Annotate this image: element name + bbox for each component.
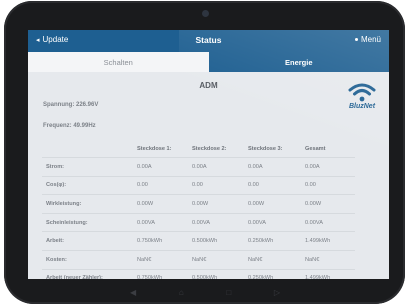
forward-nav-icon[interactable]: ▷	[274, 288, 280, 297]
table-cell: 0.00W	[133, 194, 188, 214]
brand-name: BluzNet	[348, 103, 376, 110]
table-row: Strom: 0.00A 0.00A 0.00A 0.00A	[42, 157, 355, 177]
row-label: Arbeit:	[42, 231, 133, 251]
table-cell: 0.00	[301, 175, 355, 195]
column-header	[42, 140, 133, 158]
table-cell: 0.750kWh	[133, 231, 188, 251]
device-name: ADM	[199, 81, 218, 90]
table-cell: 0.00W	[188, 194, 244, 214]
menu-dot-icon	[354, 38, 358, 41]
table-cell: 0.00VA	[133, 212, 188, 232]
table-cell: 0.00	[244, 175, 301, 195]
home-nav-icon[interactable]: ⌂	[179, 288, 184, 297]
row-label: Kosten:	[42, 249, 133, 270]
table-cell: 0.00VA	[244, 212, 301, 232]
table-cell: 0.00W	[244, 194, 301, 214]
table-cell: NaN€	[188, 249, 244, 270]
table-row: Wirkleistung: 0.00W 0.00W 0.00W 0.00W	[42, 194, 355, 214]
back-nav-icon[interactable]: ◀	[130, 288, 136, 297]
table-cell: 0.00A	[133, 157, 188, 177]
table-cell: 0.750kWh	[133, 268, 188, 279]
menu-label: Menü	[360, 35, 381, 44]
column-header: Steckdose 1:	[137, 145, 172, 152]
row-label: Arbeit (neuer Zähler):	[42, 268, 133, 279]
tablet-frame: ◂ Update Status Menü Schalten Energie AD…	[4, 1, 405, 304]
camera-dot	[202, 10, 209, 17]
table-row: Kosten: NaN€ NaN€ NaN€ NaN€	[42, 249, 355, 270]
tab-energie[interactable]: Energie	[208, 52, 389, 72]
top-bar: ◂ Update Status Menü	[28, 30, 389, 52]
column-header: Steckdose 2:	[192, 145, 227, 152]
row-label: Wirkleistung:	[42, 194, 133, 214]
column-header: Gesamt	[305, 145, 326, 152]
menu-button[interactable]: Menü	[354, 35, 381, 44]
table-cell: NaN€	[301, 249, 355, 270]
energy-table: Steckdose 1: Steckdose 2: Steckdose 3: G…	[42, 140, 355, 279]
table-cell: 0.00	[188, 175, 244, 195]
table-cell: 0.00VA	[301, 212, 355, 232]
table-row: Scheinleistung: 0.00VA 0.00VA 0.00VA 0.0…	[42, 212, 355, 232]
table-cell: 0.00A	[301, 157, 355, 177]
wifi-icon	[348, 83, 376, 102]
table-cell: 0.00A	[188, 157, 244, 177]
row-label: Cos(φ):	[42, 175, 133, 195]
table-cell: 0.00W	[301, 194, 355, 214]
column-header: Steckdose 3:	[248, 145, 283, 152]
page-title: Status	[195, 35, 222, 45]
table-cell: NaN€	[244, 249, 301, 270]
bluznet-logo: BluzNet	[344, 82, 380, 110]
table-cell: 0.00	[133, 175, 188, 195]
recents-nav-icon[interactable]: □	[226, 288, 231, 297]
tab-bar: Schalten Energie	[28, 52, 389, 72]
table-cell: 1.499kWh	[301, 268, 355, 279]
row-label: Scheinleistung:	[42, 212, 133, 232]
table-cell: 0.250kWh	[244, 268, 301, 279]
tab-schalten[interactable]: Schalten	[28, 52, 209, 72]
table-cell: 0.500kWh	[188, 231, 244, 251]
table-row: Arbeit: 0.750kWh 0.500kWh 0.250kWh 1.499…	[42, 231, 355, 251]
table-cell: 1.499kWh	[301, 231, 355, 251]
table-cell: NaN€	[133, 249, 188, 270]
voltage-readout: Spannung: 226.96V	[43, 102, 99, 108]
table-cell: 0.00A	[244, 157, 301, 177]
table-row: Cos(φ): 0.00 0.00 0.00 0.00	[42, 175, 355, 195]
table-cell: 0.00VA	[188, 212, 244, 232]
table-cell: 0.250kWh	[244, 231, 301, 251]
app-screen: ◂ Update Status Menü Schalten Energie AD…	[28, 30, 389, 279]
table-row: Arbeit (neuer Zähler): 0.750kWh 0.500kWh…	[42, 268, 355, 279]
system-nav-bar: ◀ ⌂ □ ▷	[130, 286, 280, 298]
frequency-readout: Frequenz: 49.99Hz	[43, 123, 96, 129]
table-header-row: Steckdose 1: Steckdose 2: Steckdose 3: G…	[42, 140, 355, 158]
row-label: Strom:	[42, 157, 133, 177]
table-cell: 0.500kWh	[188, 268, 244, 279]
